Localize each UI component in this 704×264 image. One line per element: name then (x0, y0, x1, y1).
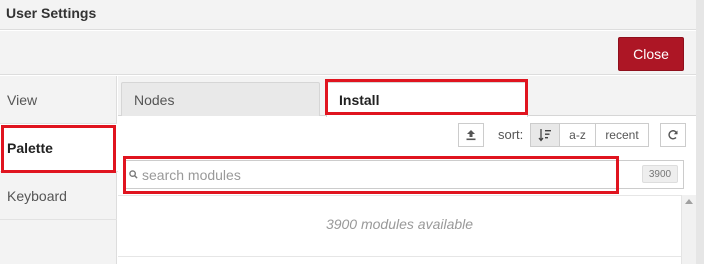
list-divider (118, 256, 681, 257)
module-list-scrollbar[interactable] (681, 195, 696, 264)
sidebar-item-label: Palette (7, 139, 53, 156)
tab-label: Install (339, 92, 380, 108)
tab-nodes[interactable]: Nodes (121, 82, 320, 116)
sort-a-z-button[interactable]: a-z (559, 123, 596, 147)
search-input[interactable] (142, 164, 612, 186)
module-count-badge: 3900 (642, 165, 678, 183)
tab-install[interactable]: Install (326, 82, 528, 117)
refresh-button[interactable] (660, 123, 686, 147)
sort-relevance-icon (538, 129, 551, 142)
dialog-button-bar (0, 31, 696, 75)
sidebar-item-palette[interactable]: Palette (0, 124, 118, 172)
sidebar-item-view[interactable]: View (0, 76, 117, 124)
search-icon (129, 170, 138, 179)
sort-recent-button[interactable]: recent (595, 123, 649, 147)
upload-icon (466, 130, 476, 141)
sidebar-item-label: View (7, 91, 38, 108)
scroll-up-arrow-icon[interactable] (685, 199, 693, 204)
dialog-scrollbar[interactable] (696, 0, 704, 264)
sidebar-item-label: Keyboard (7, 187, 67, 204)
upload-button[interactable] (458, 123, 484, 147)
sidebar-item-keyboard[interactable]: Keyboard (0, 172, 117, 220)
sort-label: sort: (498, 127, 524, 142)
sort-relevance-button[interactable] (530, 123, 560, 147)
dialog-title: User Settings (6, 5, 97, 21)
module-list-status: 3900 modules available (325, 216, 474, 232)
dialog-title-bar: User Settings (0, 0, 696, 30)
close-button[interactable]: Close (618, 37, 684, 71)
refresh-icon (668, 130, 678, 140)
tab-label: Nodes (134, 91, 175, 108)
